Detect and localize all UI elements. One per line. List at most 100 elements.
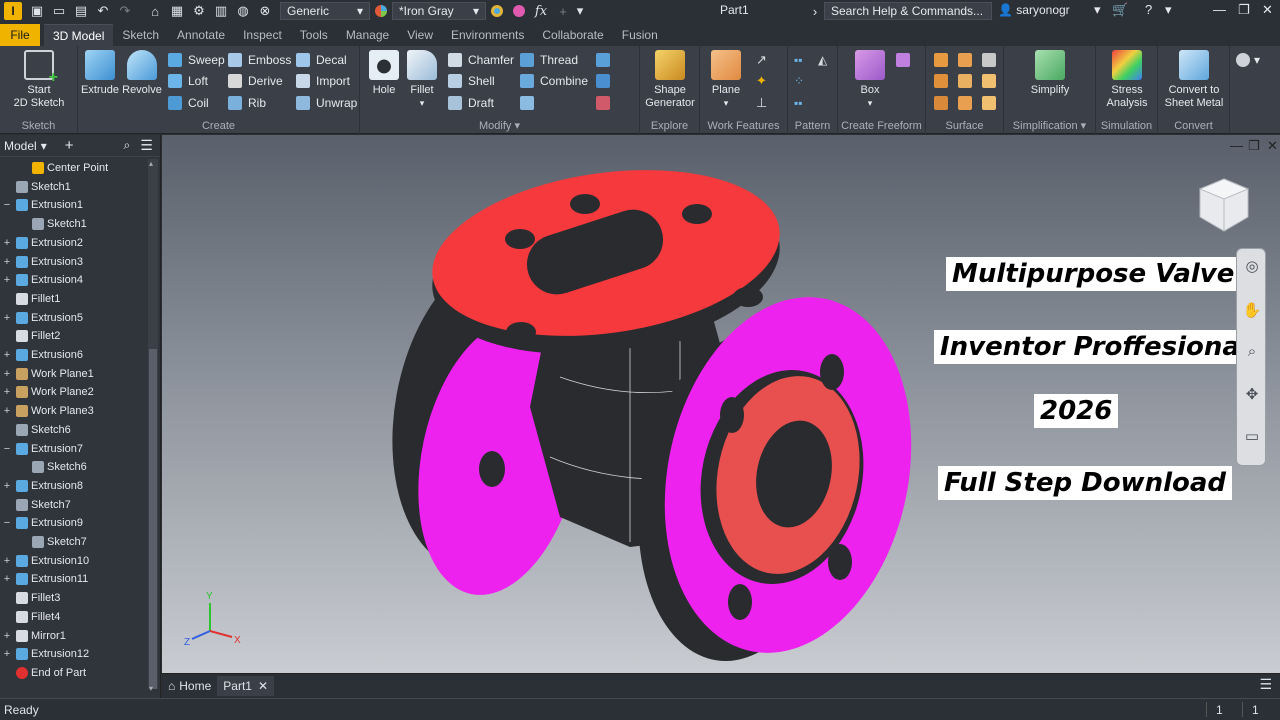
browser-item-extrusion9[interactable]: − Extrusion9 bbox=[0, 514, 83, 532]
browser-item-fillet1[interactable]: Fillet1 bbox=[0, 290, 60, 308]
browser-scroll-thumb[interactable] bbox=[149, 349, 157, 689]
sculpt-button[interactable] bbox=[958, 51, 978, 69]
expand-icon[interactable]: + bbox=[2, 274, 12, 286]
axis-button[interactable]: ↗ bbox=[756, 51, 767, 69]
expand-icon[interactable]: + bbox=[2, 349, 12, 361]
browser-item-work-plane2[interactable]: + Work Plane2 bbox=[0, 383, 94, 401]
browser-item-extrusion5[interactable]: + Extrusion5 bbox=[0, 309, 83, 327]
tab-view[interactable]: View bbox=[398, 24, 442, 46]
start-2d-sketch-button[interactable]: + Start 2D Sketch bbox=[12, 50, 66, 110]
extend-button[interactable] bbox=[958, 72, 978, 90]
thread-button[interactable]: Thread bbox=[520, 51, 578, 69]
valve-3d-model[interactable] bbox=[380, 157, 940, 667]
loft-button[interactable]: Loft bbox=[168, 72, 208, 90]
undo-icon[interactable]: ↶ bbox=[92, 1, 114, 21]
viewcube[interactable] bbox=[1196, 175, 1252, 235]
expand-icon[interactable]: + bbox=[2, 573, 12, 585]
tab-collaborate[interactable]: Collaborate bbox=[533, 24, 612, 46]
home-icon[interactable]: ⌂ bbox=[144, 1, 166, 21]
cart-icon[interactable]: 🛒 bbox=[1112, 2, 1128, 18]
split-button[interactable] bbox=[520, 94, 540, 112]
clear-appearance-icon[interactable]: ⊗ bbox=[254, 1, 276, 21]
expand-icon[interactable]: + bbox=[2, 405, 12, 417]
browser-item-extrusion6[interactable]: + Extrusion6 bbox=[0, 346, 83, 364]
look-at-icon[interactable]: ▭ bbox=[1242, 427, 1262, 447]
collapse-icon[interactable]: − bbox=[2, 517, 12, 529]
graphics-viewport[interactable]: — ❐ ✕ Multipurpose Valve Inventor Proffe… bbox=[162, 135, 1280, 673]
restore-icon[interactable]: ❐ bbox=[1238, 2, 1250, 18]
shape-generator-button[interactable]: Shape Generator bbox=[642, 50, 698, 110]
appearance-combo[interactable]: *Iron Gray ▾ bbox=[392, 2, 486, 20]
orbit-icon[interactable]: ✥ bbox=[1242, 385, 1262, 405]
viewport-restore-icon[interactable]: ❐ bbox=[1248, 138, 1260, 154]
copy-object-button[interactable] bbox=[596, 72, 616, 90]
browser-item-center-point[interactable]: Center Point bbox=[0, 159, 108, 177]
box-button[interactable]: Box ▾ bbox=[850, 50, 890, 110]
pan-hand-icon[interactable]: ✋ bbox=[1242, 301, 1262, 321]
material-icon[interactable]: ◍ bbox=[232, 1, 254, 21]
ruled-surface-button[interactable] bbox=[982, 94, 1002, 112]
add-browser-icon[interactable]: + bbox=[65, 137, 74, 154]
stitch-button[interactable] bbox=[934, 51, 954, 69]
shell-button[interactable]: Shell bbox=[448, 72, 495, 90]
expand-icon[interactable]: + bbox=[2, 630, 12, 642]
clear-override-icon[interactable] bbox=[508, 1, 530, 21]
coil-button[interactable]: Coil bbox=[168, 94, 209, 112]
tab-environments[interactable]: Environments bbox=[442, 24, 533, 46]
point-button[interactable]: ✦ bbox=[756, 72, 767, 90]
browser-item-fillet4[interactable]: Fillet4 bbox=[0, 608, 60, 626]
simplification-panel-label[interactable]: Simplification ▾ bbox=[1004, 119, 1095, 132]
browser-item-sketch1[interactable]: Sketch1 bbox=[0, 178, 71, 196]
browser-item-extrusion1[interactable]: − Extrusion1 bbox=[0, 196, 83, 214]
combine-button[interactable]: Combine bbox=[520, 72, 588, 90]
browser-item-work-plane1[interactable]: + Work Plane1 bbox=[0, 365, 94, 383]
delete-face-button[interactable] bbox=[596, 94, 616, 112]
tab-annotate[interactable]: Annotate bbox=[168, 24, 234, 46]
revolve-button[interactable]: Revolve bbox=[122, 50, 162, 97]
scroll-down-icon[interactable]: ▾ bbox=[149, 684, 153, 693]
browser-item-extrusion11[interactable]: + Extrusion11 bbox=[0, 570, 88, 588]
unwrap-button[interactable]: Unwrap bbox=[296, 94, 357, 112]
user-account[interactable]: 👤 saryonogr bbox=[998, 3, 1070, 17]
browser-item-extrusion3[interactable]: + Extrusion3 bbox=[0, 253, 83, 271]
scroll-up-icon[interactable]: ▴ bbox=[149, 159, 153, 168]
close-icon[interactable]: ✕ bbox=[1262, 2, 1273, 18]
derive-button[interactable]: Derive bbox=[228, 72, 283, 90]
browser-item-work-plane3[interactable]: + Work Plane3 bbox=[0, 402, 94, 420]
help-search-input[interactable]: Search Help & Commands... bbox=[824, 2, 992, 20]
fx-parameters-icon[interactable]: fx bbox=[530, 1, 552, 21]
extrude-button[interactable]: Extrude bbox=[80, 50, 120, 97]
tab-tools[interactable]: Tools bbox=[291, 24, 337, 46]
move-face-button[interactable] bbox=[596, 51, 616, 69]
customize-dropdown-icon[interactable]: ▾ bbox=[574, 1, 586, 21]
browser-search-icon[interactable]: ⌕ bbox=[123, 138, 130, 153]
convert-sheet-metal-button[interactable]: Convert to Sheet Metal bbox=[1160, 50, 1228, 110]
browser-dropdown-icon[interactable]: ▾ bbox=[41, 139, 47, 153]
browser-menu-icon[interactable]: ☰ bbox=[140, 137, 153, 154]
home-tab[interactable]: ⌂ Home bbox=[162, 676, 217, 696]
repair-button[interactable] bbox=[934, 94, 954, 112]
browser-item-extrusion12[interactable]: + Extrusion12 bbox=[0, 645, 89, 663]
browser-scrollbar[interactable]: ▴ ▾ bbox=[148, 159, 158, 693]
collapse-icon[interactable]: − bbox=[2, 443, 12, 455]
stress-analysis-button[interactable]: Stress Analysis bbox=[1100, 50, 1154, 110]
emboss-button[interactable]: Emboss bbox=[228, 51, 291, 69]
simplify-button[interactable]: Simplify bbox=[1026, 50, 1074, 97]
browser-item-fillet3[interactable]: Fillet3 bbox=[0, 589, 60, 607]
ucs-button[interactable]: ⊥ bbox=[756, 94, 767, 112]
tab-fusion[interactable]: Fusion bbox=[613, 24, 667, 46]
adjust-appearance-icon[interactable] bbox=[486, 1, 508, 21]
sweep-button[interactable]: Sweep bbox=[168, 51, 225, 69]
new-file-icon[interactable]: ▣ bbox=[26, 1, 48, 21]
expand-icon[interactable]: + bbox=[2, 256, 12, 268]
material-combo[interactable]: Generic ▾ bbox=[280, 2, 370, 20]
add-icon[interactable]: + bbox=[552, 1, 574, 21]
browser-item-sketch7[interactable]: Sketch7 bbox=[0, 496, 71, 514]
chamfer-button[interactable]: Chamfer bbox=[448, 51, 514, 69]
tab-manage[interactable]: Manage bbox=[337, 24, 398, 46]
steering-wheel-icon[interactable]: ◎ bbox=[1242, 257, 1262, 277]
browser-title-tab[interactable]: Model bbox=[4, 139, 37, 153]
collapse-icon[interactable]: − bbox=[2, 199, 12, 211]
expand-icon[interactable]: + bbox=[2, 386, 12, 398]
import-button[interactable]: Import bbox=[296, 72, 350, 90]
